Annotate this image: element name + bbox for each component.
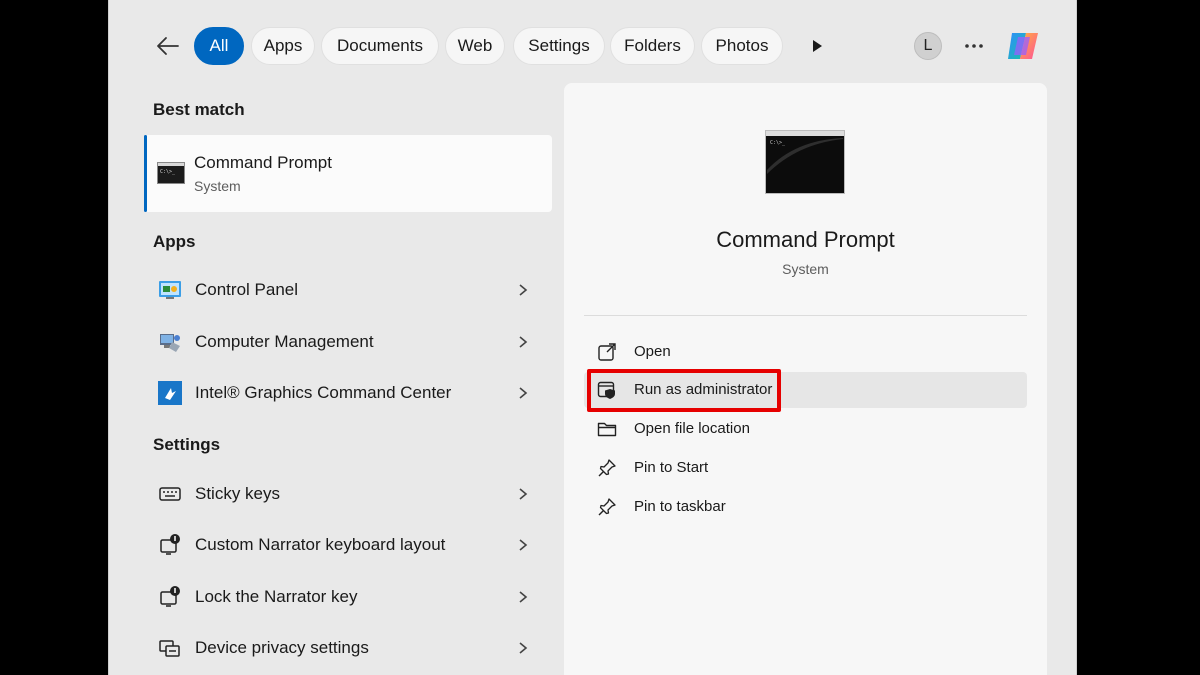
best-match-heading: Best match (153, 100, 245, 119)
control-panel-icon (158, 278, 182, 302)
action-open-file-location[interactable]: Open file location (584, 411, 1027, 447)
details-pane: C:\>_ Command Prompt System Open Run as … (564, 83, 1047, 675)
command-prompt-icon: C:\>_ (157, 162, 185, 189)
filter-tab-folders[interactable]: Folders (610, 27, 695, 65)
app-item-control-panel[interactable]: Control Panel (153, 270, 543, 310)
open-external-icon (597, 342, 617, 362)
filter-tab-settings[interactable]: Settings (513, 27, 605, 65)
filter-tab-web[interactable]: Web (445, 27, 505, 65)
action-label: Open file location (634, 420, 750, 437)
chevron-right-icon (517, 641, 529, 655)
pin-icon (597, 458, 617, 478)
best-match-item[interactable]: C:\>_ Command Prompt System (144, 135, 552, 212)
search-panel: All Apps Documents Web Settings Folders … (108, 0, 1077, 675)
action-pin-to-start[interactable]: Pin to Start (584, 450, 1027, 486)
settings-item-label: Custom Narrator keyboard layout (195, 535, 446, 554)
apps-heading: Apps (153, 232, 196, 251)
filter-tab-all[interactable]: All (194, 27, 244, 65)
svg-text:C:\>_: C:\>_ (160, 169, 176, 175)
app-item-label: Intel® Graphics Command Center (195, 383, 452, 402)
svg-text:C:\>_: C:\>_ (770, 140, 786, 146)
filter-tab-photos[interactable]: Photos (701, 27, 783, 65)
chevron-right-icon (517, 335, 529, 349)
user-avatar[interactable]: L (914, 32, 942, 60)
settings-item-label: Lock the Narrator key (195, 587, 358, 606)
more-options-icon[interactable] (961, 33, 987, 59)
action-label: Open (634, 343, 671, 360)
action-label: Pin to Start (634, 459, 709, 476)
details-subtitle: System (782, 261, 829, 277)
computer-management-icon (158, 330, 182, 354)
more-filters-play-icon[interactable] (809, 37, 825, 55)
settings-item-label: Sticky keys (195, 484, 281, 503)
action-pin-to-taskbar[interactable]: Pin to taskbar (584, 489, 1027, 525)
settings-item-device-privacy[interactable]: Device privacy settings (153, 628, 543, 668)
settings-item-lock-narrator-key[interactable]: Lock the Narrator key (153, 577, 543, 617)
filter-tab-apps[interactable]: Apps (251, 27, 315, 65)
copilot-icon[interactable] (1004, 27, 1042, 65)
folder-icon (597, 419, 617, 439)
settings-item-label: Device privacy settings (195, 638, 369, 657)
narrator-icon (158, 533, 182, 557)
app-item-label: Control Panel (195, 280, 299, 299)
chevron-right-icon (517, 386, 529, 400)
privacy-icon (158, 636, 182, 660)
best-match-subtitle: System (194, 178, 241, 194)
settings-item-sticky-keys[interactable]: Sticky keys (153, 474, 543, 514)
keyboard-icon (158, 482, 182, 506)
action-run-as-administrator[interactable]: Run as administrator (584, 372, 1027, 408)
action-label: Pin to taskbar (634, 498, 726, 515)
app-item-computer-management[interactable]: Computer Management (153, 322, 543, 362)
action-open[interactable]: Open (584, 334, 1027, 370)
narrator-icon (158, 585, 182, 609)
shield-window-icon (597, 380, 617, 400)
command-prompt-large-icon: C:\>_ (765, 130, 845, 199)
action-label: Run as administrator (634, 381, 773, 398)
app-item-intel-graphics[interactable]: Intel® Graphics Command Center (153, 373, 543, 413)
back-arrow-icon[interactable] (155, 33, 181, 59)
chevron-right-icon (517, 487, 529, 501)
settings-heading: Settings (153, 435, 221, 454)
chevron-right-icon (517, 283, 529, 297)
intel-graphics-icon (158, 381, 182, 405)
details-divider (584, 315, 1027, 316)
pin-icon (597, 497, 617, 517)
selection-accent-bar (144, 135, 147, 212)
settings-item-custom-narrator-layout[interactable]: Custom Narrator keyboard layout (153, 525, 543, 565)
best-match-title: Command Prompt (194, 153, 332, 172)
chevron-right-icon (517, 590, 529, 604)
app-item-label: Computer Management (195, 332, 374, 351)
filter-tab-documents[interactable]: Documents (321, 27, 439, 65)
details-title: Command Prompt (716, 227, 895, 252)
chevron-right-icon (517, 538, 529, 552)
